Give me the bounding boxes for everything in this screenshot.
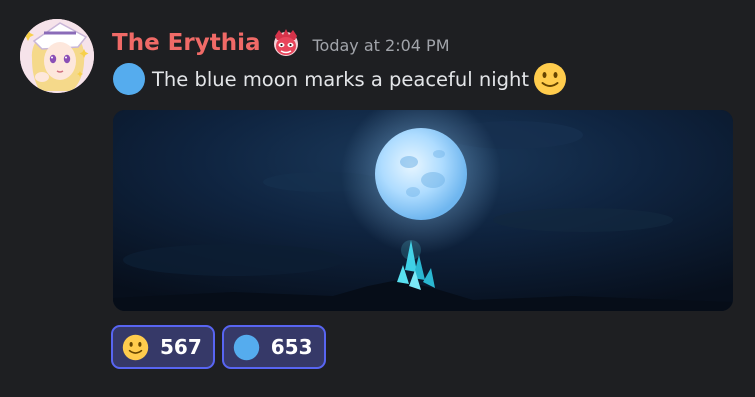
reaction-smile[interactable]: 567: [111, 325, 215, 369]
message-timestamp[interactable]: Today at 2:04 PM: [313, 36, 450, 55]
reaction-count: 567: [160, 335, 202, 359]
anime-avatar-icon: [20, 19, 94, 93]
reactions-bar: 567 653: [111, 325, 326, 369]
author-avatar[interactable]: [20, 19, 94, 93]
chat-message: The Erythia Today at 2:04 PM The blue mo…: [0, 0, 755, 397]
blue-circle-emoji-icon: [233, 334, 260, 361]
reaction-blue-circle[interactable]: 653: [221, 325, 326, 369]
author-username[interactable]: The Erythia: [112, 30, 261, 56]
moon-scene-image: [113, 110, 733, 311]
message-content: The blue moon marks a peaceful night: [112, 62, 567, 96]
red-mask-role-icon[interactable]: [270, 27, 302, 59]
reaction-count: 653: [270, 335, 313, 359]
slightly-smiling-face-emoji-icon[interactable]: [533, 62, 567, 96]
message-header: The Erythia Today at 2:04 PM: [112, 26, 450, 60]
blue-circle-emoji-icon[interactable]: [112, 62, 146, 96]
message-text: The blue moon marks a peaceful night: [152, 67, 530, 91]
slightly-smiling-face-emoji-icon: [122, 334, 149, 361]
image-attachment[interactable]: [113, 110, 733, 311]
